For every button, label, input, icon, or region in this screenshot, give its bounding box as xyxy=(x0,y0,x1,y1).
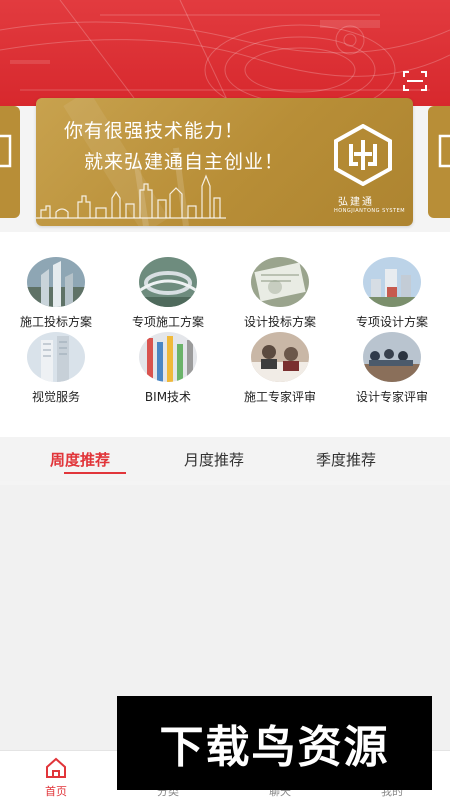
category-label: 设计投标方案 xyxy=(243,315,316,329)
category-grid: 施工投标方案 专项施工方案 设计投标方案 专项设计方案 视觉服务 BIM技术 施… xyxy=(0,232,450,437)
header-decoration xyxy=(0,0,450,106)
app-home: 你有很强技术能力！ 就来弘建通自主创业！ 弘建通 HONGJIANTONG SY… xyxy=(0,0,450,800)
banner-carousel[interactable]: 你有很强技术能力！ 就来弘建通自主创业！ 弘建通 HONGJIANTONG SY… xyxy=(0,96,450,232)
category-item[interactable]: 专项设计方案 xyxy=(336,257,448,330)
watermark-overlay: 下载鸟资源 xyxy=(117,696,432,790)
tab-quarterly[interactable]: 季度推荐 xyxy=(316,449,376,470)
watermark-text: 下载鸟资源 xyxy=(159,722,390,773)
banner-peek-next[interactable] xyxy=(428,106,450,218)
category-label: 施工投标方案 xyxy=(19,315,92,329)
banner-slide[interactable]: 你有很强技术能力！ 就来弘建通自主创业！ 弘建通 HONGJIANTONG SY… xyxy=(36,98,413,226)
hongjiantong-logo-icon xyxy=(332,123,394,187)
category-label: 设计专家评审 xyxy=(355,390,428,404)
category-label: 专项施工方案 xyxy=(131,315,204,329)
nav-home[interactable]: 首页 xyxy=(26,757,86,799)
tab-monthly[interactable]: 月度推荐 xyxy=(184,449,244,470)
header-background xyxy=(0,0,450,106)
nav-home-label: 首页 xyxy=(45,785,67,798)
banner-subheadline: 就来弘建通自主创业！ xyxy=(84,151,285,173)
category-item[interactable]: BIM技术 xyxy=(112,332,224,405)
category-label: 施工专家评审 xyxy=(243,390,316,404)
pipes-photo-icon xyxy=(139,332,197,382)
category-label: 视觉服务 xyxy=(31,390,80,404)
conference-photo-icon xyxy=(363,332,421,382)
tab-weekly[interactable]: 周度推荐 xyxy=(50,449,110,470)
category-item[interactable]: 视觉服务 xyxy=(0,332,112,405)
category-label: 专项设计方案 xyxy=(355,315,428,329)
home-icon xyxy=(44,757,68,779)
logo-subtitle: HONGJIANTONG SYSTEM xyxy=(334,208,406,214)
tower-photo-icon xyxy=(27,332,85,382)
scan-icon[interactable] xyxy=(402,70,428,92)
logo-name: 弘建通 xyxy=(338,197,374,208)
category-item[interactable]: 施工专家评审 xyxy=(224,332,336,405)
city-photo-icon xyxy=(363,257,421,307)
recommend-tabs: 周度推荐 月度推荐 季度推荐 xyxy=(0,437,450,481)
meeting-photo-icon xyxy=(251,332,309,382)
blueprint-photo-icon xyxy=(251,257,309,307)
banner-peek-previous[interactable] xyxy=(0,106,20,218)
category-item[interactable]: 设计专家评审 xyxy=(336,332,448,405)
category-item[interactable]: 设计投标方案 xyxy=(224,257,336,330)
category-item[interactable]: 专项施工方案 xyxy=(112,257,224,330)
category-item[interactable]: 施工投标方案 xyxy=(0,257,112,330)
building-photo-icon xyxy=(27,257,85,307)
overpass-photo-icon xyxy=(139,257,197,307)
category-label: BIM技术 xyxy=(144,390,192,404)
active-tab-indicator xyxy=(64,472,126,474)
banner-headline: 你有很强技术能力！ xyxy=(64,120,245,142)
